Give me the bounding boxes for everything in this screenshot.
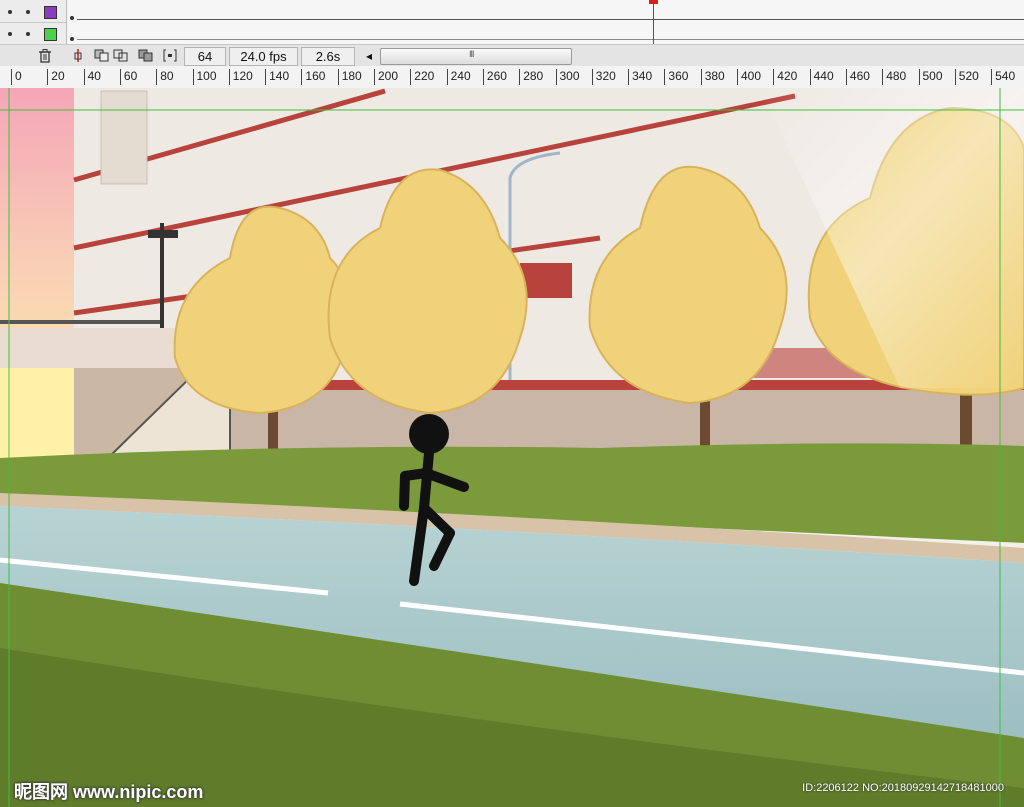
ruler-tick-label: 140 xyxy=(265,69,289,85)
playhead[interactable] xyxy=(653,0,654,44)
layer-row-1[interactable] xyxy=(0,2,66,23)
ruler-tick-label: 480 xyxy=(882,69,906,85)
ruler-tick-label: 340 xyxy=(628,69,652,85)
tween-line xyxy=(77,39,1024,40)
watermark-id: ID:2206122 NO:20180929142718481000 xyxy=(802,782,1004,794)
onion-center-icon[interactable] xyxy=(70,48,86,63)
ruler-tick-label: 540 xyxy=(991,69,1015,85)
ruler-tick-label: 520 xyxy=(954,69,979,85)
tween-line xyxy=(77,19,1024,20)
keyframe-dot[interactable] xyxy=(70,16,74,20)
ruler-tick-label: 300 xyxy=(555,69,580,85)
horizontal-scrollbar[interactable]: III xyxy=(380,48,572,65)
ruler-tick-label: 440 xyxy=(809,69,834,85)
watermark-site: 昵图网 www.nipic.com xyxy=(14,782,204,802)
layer-outline-color-swatch[interactable] xyxy=(44,6,57,19)
ruler-tick-label: 180 xyxy=(337,69,362,85)
ruler-tick-label: 400 xyxy=(737,69,761,85)
red-sign xyxy=(520,263,572,298)
trash-icon[interactable] xyxy=(37,48,53,63)
horizontal-ruler: 0 20 40 60 80 100 120 140 160 180 200 220 240 260 280 3… xyxy=(0,66,1024,89)
frames-area[interactable] xyxy=(66,0,1024,44)
ruler-tick-label: 460 xyxy=(845,69,870,85)
edit-multiple-icon[interactable] xyxy=(138,48,154,63)
visibility-dot[interactable] xyxy=(8,32,12,36)
ruler-tick-label: 240 xyxy=(446,69,471,85)
ruler-tick-label: 20 xyxy=(47,69,65,85)
current-frame-field[interactable]: 64 xyxy=(184,47,226,66)
timeline-panel: 64 24.0 fps 2.6s ◂ III xyxy=(0,0,1024,67)
overpass-under xyxy=(0,368,74,458)
lock-dot[interactable] xyxy=(26,32,30,36)
ruler-tick-label: 80 xyxy=(156,69,174,85)
timeline-controls: 64 24.0 fps 2.6s ◂ III xyxy=(0,44,1024,67)
ruler-tick-label: 220 xyxy=(410,69,434,85)
layer-row-2[interactable] xyxy=(0,24,66,45)
ruler-tick-label: 120 xyxy=(228,69,253,85)
ruler-tick-label: 360 xyxy=(664,69,688,85)
ruler-tick-label: 100 xyxy=(192,69,217,85)
ruler-tick-label: 0 xyxy=(11,69,22,85)
lamp-head xyxy=(148,230,178,238)
elapsed-time-field[interactable]: 2.6s xyxy=(301,47,355,66)
onion-outline-icon[interactable] xyxy=(113,48,129,63)
ruler-tick-label: 40 xyxy=(83,69,101,85)
frame-rate-field[interactable]: 24.0 fps xyxy=(229,47,298,66)
overpass-railing xyxy=(0,320,160,324)
lock-dot[interactable] xyxy=(26,10,30,14)
onion-markers-icon[interactable] xyxy=(162,48,178,63)
background-illustration xyxy=(0,88,1024,807)
onion-skin-icon[interactable] xyxy=(94,48,110,63)
ruler-tick-label: 320 xyxy=(591,69,616,85)
hanging-sign xyxy=(100,90,148,185)
ruler-tick-label: 500 xyxy=(918,69,943,85)
scroll-grip: III xyxy=(469,49,474,59)
visibility-dot[interactable] xyxy=(8,10,12,14)
ruler-tick-label: 60 xyxy=(119,69,137,85)
keyframe-dot[interactable] xyxy=(70,37,74,41)
ruler-tick-label: 160 xyxy=(301,69,325,85)
ruler-tick-label: 200 xyxy=(374,69,398,85)
stage-canvas[interactable] xyxy=(0,88,1024,807)
layer-outline-color-swatch[interactable] xyxy=(44,28,57,41)
ruler-tick-label: 420 xyxy=(773,69,797,85)
ruler-tick-label: 380 xyxy=(700,69,725,85)
scroll-left-arrow-icon[interactable]: ◂ xyxy=(362,47,376,64)
ruler-tick-label: 280 xyxy=(519,69,543,85)
ruler-tick-label: 260 xyxy=(482,69,507,85)
